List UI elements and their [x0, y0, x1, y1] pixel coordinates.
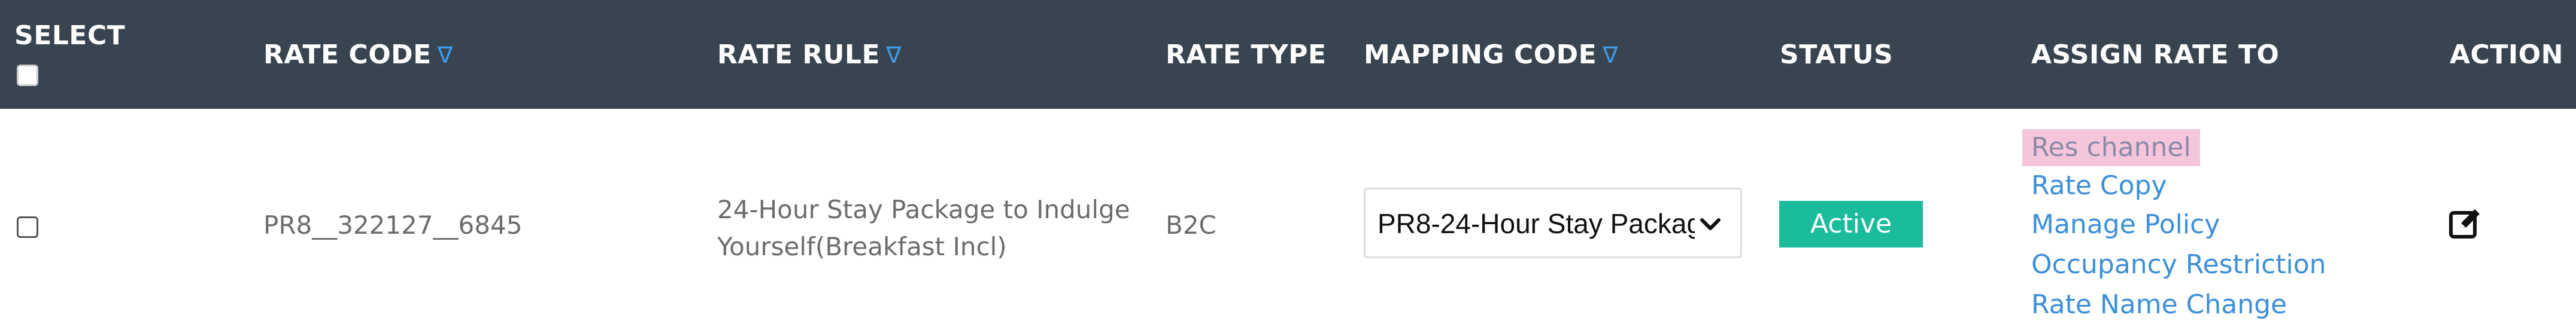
assign-res-channel-link[interactable]: Res channel [2022, 129, 2200, 166]
status-badge: Active [1779, 201, 1923, 247]
assign-manage-policy-link[interactable]: Manage Policy [2031, 206, 2220, 243]
rate-code-value: PR8__322127__6845 [263, 210, 523, 240]
header-status: STATUS [1780, 39, 1894, 70]
sort-filter-icon[interactable]: ∇ [886, 39, 902, 71]
rate-rule-line-2: Yourself(Breakfast Incl) [717, 232, 1007, 261]
header-rate-rule[interactable]: RATE RULE ∇ [717, 39, 902, 71]
header-rate-type: RATE TYPE [1166, 39, 1327, 70]
mapping-code-select[interactable]: PR8-24-Hour Stay Package [1364, 188, 1742, 258]
header-mapping-code-label: MAPPING CODE [1364, 39, 1597, 70]
header-mapping-code[interactable]: MAPPING CODE ∇ [1364, 39, 1618, 71]
header-assign-rate-to: ASSIGN RATE TO [2031, 39, 2280, 70]
row-select-checkbox[interactable] [17, 216, 38, 238]
edit-icon[interactable] [2447, 206, 2483, 242]
sort-filter-icon[interactable]: ∇ [438, 39, 453, 71]
assign-occupancy-restriction-link[interactable]: Occupancy Restriction [2031, 246, 2326, 283]
chevron-down-icon [1700, 218, 1721, 230]
rate-table: SELECT RATE CODE ∇ RATE RULE ∇ RATE TYPE M… [0, 0, 2576, 327]
assign-rate-copy-link[interactable]: Rate Copy [2031, 167, 2167, 204]
header-rate-rule-label: RATE RULE [717, 39, 881, 70]
rate-rule-line-1: 24-Hour Stay Package to Indulge [717, 195, 1130, 224]
header-select: SELECT [14, 20, 126, 51]
table-header: SELECT RATE CODE ∇ RATE RULE ∇ RATE TYPE M… [0, 0, 2576, 109]
sort-filter-icon[interactable]: ∇ [1603, 39, 1618, 71]
header-rate-code-label: RATE CODE [263, 39, 432, 70]
assign-rate-name-change-link[interactable]: Rate Name Change [2031, 286, 2287, 323]
select-all-checkbox[interactable] [17, 65, 38, 86]
mapping-code-selected: PR8-24-Hour Stay Package [1377, 208, 1695, 239]
header-action: ACTION [2450, 39, 2563, 70]
table-row: PR8__322127__6845 24-Hour Stay Package t… [0, 109, 2576, 327]
header-rate-code[interactable]: RATE CODE ∇ [263, 39, 453, 71]
rate-type-value: B2C [1166, 210, 1216, 240]
